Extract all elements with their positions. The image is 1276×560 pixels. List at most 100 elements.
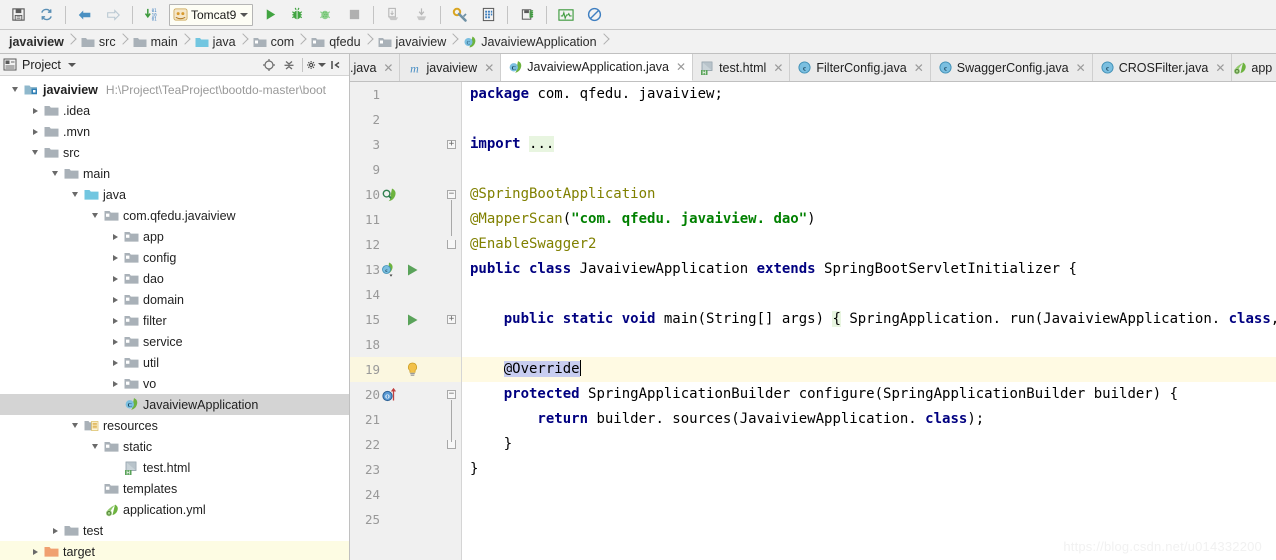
breadcrumb-item-class[interactable]: C JavaiviewApplication: [458, 30, 599, 54]
tree-node-java[interactable]: java: [0, 184, 349, 205]
chevron-right-icon[interactable]: [108, 373, 122, 394]
chevron-down-icon[interactable]: [68, 415, 82, 436]
breadcrumb-item-qfedu[interactable]: qfedu: [306, 30, 363, 54]
chevron-right-icon[interactable]: [108, 289, 122, 310]
spring-bean-icon[interactable]: [378, 182, 400, 207]
fold-region-end-icon[interactable]: [447, 240, 456, 249]
download-binary-icon[interactable]: 01 10 01: [139, 3, 165, 27]
chevron-right-icon[interactable]: [108, 268, 122, 289]
wrench-icon[interactable]: [447, 3, 473, 27]
tree-node-resources[interactable]: resources: [0, 415, 349, 436]
pulse-monitor-icon[interactable]: [553, 3, 579, 27]
chevron-right-icon[interactable]: [108, 247, 122, 268]
chevron-down-icon[interactable]: [8, 79, 22, 100]
close-icon[interactable]: ✕: [484, 62, 494, 74]
collapse-all-icon[interactable]: [279, 55, 299, 75]
chevron-down-icon[interactable]: [318, 62, 326, 67]
chevron-right-icon[interactable]: [108, 352, 122, 373]
arrow-right-icon[interactable]: [100, 3, 126, 27]
tree-node-javaiview[interactable]: javaiview H:\Project\TeaProject\bootdo-ma…: [0, 79, 349, 100]
breadcrumb-item-javaiview[interactable]: javaiview: [4, 30, 67, 54]
run-triangle-icon[interactable]: [402, 257, 422, 282]
close-icon[interactable]: ✕: [914, 62, 924, 74]
spring-class-gutter-icon[interactable]: c: [378, 257, 400, 282]
chevron-right-icon[interactable]: [28, 100, 42, 121]
forbidden-icon[interactable]: [581, 3, 607, 27]
tree-node-filter[interactable]: filter: [0, 310, 349, 331]
override-method-icon[interactable]: O: [378, 382, 400, 407]
tree-node-app[interactable]: app: [0, 226, 349, 247]
code-editor[interactable]: 1 2 3 9 10 11 12 13 c 14 15 18 19 20 O 21 22 23 24 25 + − + − …: [350, 82, 1276, 560]
arrow-left-icon[interactable]: [72, 3, 98, 27]
lightbulb-icon[interactable]: [402, 357, 422, 382]
tree-node-vo[interactable]: vo: [0, 373, 349, 394]
tree-node-javaiviewapplication[interactable]: C JavaiviewApplication: [0, 394, 349, 415]
breadcrumb-item-javaiview-pkg[interactable]: javaiview: [373, 30, 450, 54]
chevron-down-icon[interactable]: [28, 142, 42, 163]
tree-node-dao[interactable]: dao: [0, 268, 349, 289]
run-triangle-icon[interactable]: [402, 307, 422, 332]
run-play-icon[interactable]: [257, 3, 283, 27]
tree-node-com-qfedu-javaiview[interactable]: com.qfedu.javaiview: [0, 205, 349, 226]
sdk-icon[interactable]: [514, 3, 540, 27]
editor-gutter[interactable]: 1 2 3 9 10 11 12 13 c 14 15 18 19 20 O 21 22 23 24 25: [350, 82, 442, 560]
editor-tab-bar[interactable]: .java ✕ m javaiview ✕ C JavaiviewApplication.j…: [350, 54, 1276, 82]
editor-tab-crosfilter-java[interactable]: c CROSFilter.java ✕: [1092, 54, 1233, 81]
fold-column[interactable]: + − + −: [442, 82, 462, 560]
project-structure-icon[interactable]: [475, 3, 501, 27]
editor-tab-swaggerconfig-java[interactable]: c SwaggerConfig.java ✕: [930, 54, 1093, 81]
tree-node-src[interactable]: src: [0, 142, 349, 163]
scroll-from-source-icon[interactable]: [259, 55, 279, 75]
fold-expand-icon[interactable]: +: [447, 315, 456, 324]
tree-node-templates[interactable]: templates: [0, 478, 349, 499]
project-tree[interactable]: javaiview H:\Project\TeaProject\bootdo-ma…: [0, 76, 349, 560]
breadcrumb-item-java[interactable]: java: [190, 30, 239, 54]
refresh-sync-icon[interactable]: [33, 3, 59, 27]
code-content[interactable]: package com. qfedu. javaiview; import ...…: [462, 82, 1276, 560]
tree-node--mvn[interactable]: .mvn: [0, 121, 349, 142]
chevron-right-icon[interactable]: [108, 331, 122, 352]
floppy-disk-icon[interactable]: [5, 3, 31, 27]
tree-node-target[interactable]: target: [0, 541, 349, 560]
chevron-right-icon[interactable]: [28, 541, 42, 560]
breadcrumb-item-src[interactable]: src: [76, 30, 119, 54]
hide-panel-icon[interactable]: [326, 55, 346, 75]
close-icon[interactable]: ✕: [676, 61, 686, 73]
chevron-right-icon[interactable]: [108, 310, 122, 331]
fold-collapse-icon[interactable]: −: [447, 390, 456, 399]
fold-collapse-icon[interactable]: −: [447, 190, 456, 199]
tree-node-test-html[interactable]: Htest.html: [0, 457, 349, 478]
fold-expand-icon[interactable]: +: [447, 140, 456, 149]
editor-tab-filterconfig-java[interactable]: c FilterConfig.java ✕: [790, 54, 931, 81]
close-icon[interactable]: ✕: [383, 62, 393, 74]
editor-tab-app[interactable]: app: [1232, 54, 1276, 81]
chevron-down-icon[interactable]: [88, 205, 102, 226]
tree-node-main[interactable]: main: [0, 163, 349, 184]
tree-node-service[interactable]: service: [0, 331, 349, 352]
tree-node-application-yml[interactable]: application.yml: [0, 499, 349, 520]
breadcrumb-item-com[interactable]: com: [248, 30, 298, 54]
editor-tab-javaiview[interactable]: m javaiview ✕: [400, 54, 502, 81]
tree-node-config[interactable]: config: [0, 247, 349, 268]
coverage-icon[interactable]: [313, 3, 339, 27]
run-configuration-selector[interactable]: Tomcat9: [169, 3, 254, 26]
editor-tab-javaiviewapplication-java[interactable]: C JavaiviewApplication.java ✕: [501, 54, 694, 81]
chevron-down-icon[interactable]: [68, 184, 82, 205]
settings-gear-icon[interactable]: [306, 55, 326, 75]
chevron-down-icon[interactable]: [88, 436, 102, 457]
close-icon[interactable]: ✕: [773, 62, 783, 74]
chevron-right-icon[interactable]: [108, 226, 122, 247]
chevron-down-icon[interactable]: [48, 163, 62, 184]
chevron-right-icon[interactable]: [48, 520, 62, 541]
editor-tab--java[interactable]: .java ✕: [350, 54, 401, 81]
editor-tab-test-html[interactable]: Htest.html ✕: [693, 54, 791, 81]
tree-node--idea[interactable]: .idea: [0, 100, 349, 121]
breadcrumb-item-main[interactable]: main: [128, 30, 181, 54]
tree-node-util[interactable]: util: [0, 352, 349, 373]
tree-node-test[interactable]: test: [0, 520, 349, 541]
chevron-down-icon[interactable]: [240, 12, 249, 17]
tree-node-domain[interactable]: domain: [0, 289, 349, 310]
close-icon[interactable]: ✕: [1076, 62, 1086, 74]
close-icon[interactable]: ✕: [1215, 62, 1225, 74]
tree-node-static[interactable]: static: [0, 436, 349, 457]
